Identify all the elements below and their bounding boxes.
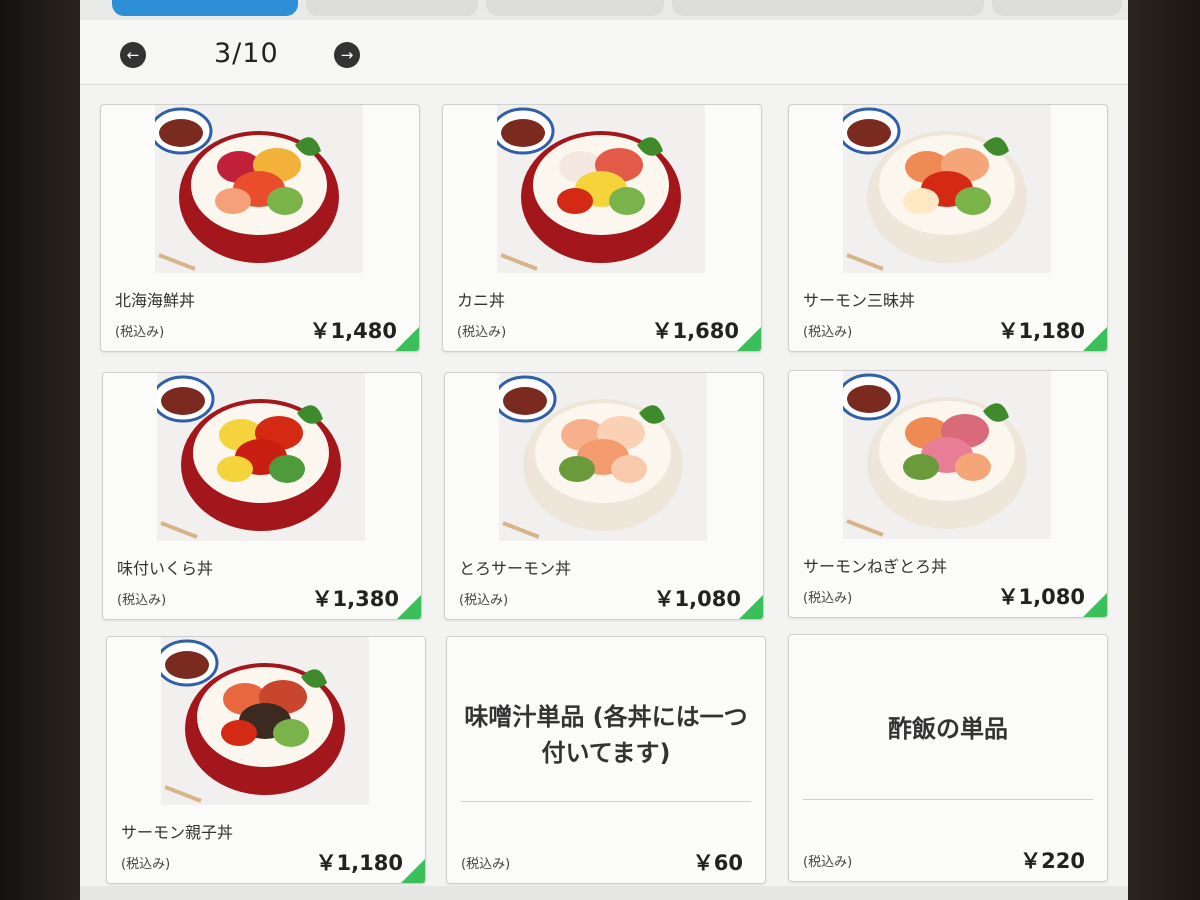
tax-included-label: (税込み)	[803, 325, 853, 340]
category-tab[interactable]	[672, 0, 984, 16]
food-photo	[499, 373, 707, 541]
item-price: ￥1,180	[315, 851, 403, 875]
rice-bowl-illustration	[499, 373, 707, 541]
available-corner-marker	[1083, 593, 1107, 617]
category-tab[interactable]	[486, 0, 664, 16]
device-bezel-left	[0, 0, 80, 900]
topping	[557, 188, 593, 214]
card-divider	[461, 801, 751, 802]
item-name: サーモン親子丼	[121, 823, 234, 842]
category-tab[interactable]	[992, 0, 1122, 16]
available-corner-marker	[401, 859, 425, 883]
topping	[221, 720, 257, 746]
device-bezel-right	[1128, 0, 1200, 900]
menu-item-card[interactable]: 味付いくら丼 (税込み) ￥1,380	[102, 372, 422, 620]
item-price: ￥1,080	[653, 587, 741, 611]
item-price: ￥1,180	[997, 319, 1085, 343]
food-photo	[843, 105, 1051, 273]
available-corner-marker	[737, 327, 761, 351]
topping	[955, 453, 991, 481]
category-tab-bar	[80, 0, 1128, 20]
rice-bowl-illustration	[497, 105, 705, 273]
prev-page-button[interactable]: ←	[120, 42, 146, 68]
topping	[609, 187, 645, 215]
available-corner-marker	[739, 595, 763, 619]
available-corner-marker	[395, 327, 419, 351]
arrow-right-icon: →	[340, 46, 354, 64]
topping	[215, 188, 251, 214]
menu-item-card[interactable]: サーモンねぎとろ丼 (税込み) ￥1,080	[788, 370, 1108, 618]
rice-bowl-illustration	[155, 105, 363, 273]
tax-included-label: (税込み)	[459, 593, 509, 608]
topping	[273, 719, 309, 747]
tax-included-label: (税込み)	[461, 857, 511, 872]
card-divider	[803, 799, 1093, 800]
food-photo	[155, 105, 363, 273]
food-photo	[843, 371, 1051, 539]
topping	[955, 187, 991, 215]
tax-included-label: (税込み)	[121, 857, 171, 872]
screen-bottom-edge	[80, 886, 1128, 900]
menu-item-card[interactable]: サーモン親子丼 (税込み) ￥1,180	[106, 636, 426, 884]
page-indicator: 3/10	[214, 38, 279, 69]
item-title: 味噌汁単品 (各丼には一つ付いてます)	[464, 703, 748, 767]
rice-bowl-illustration	[161, 637, 369, 805]
menu-item-card[interactable]: カニ丼 (税込み) ￥1,680	[442, 104, 762, 352]
tax-included-label: (税込み)	[803, 591, 853, 606]
category-tab-active[interactable]	[112, 0, 298, 16]
rice-bowl-illustration	[843, 105, 1051, 273]
menu-item-card-text[interactable]: 酢飯の単品 (税込み) ￥220	[788, 634, 1108, 882]
available-corner-marker	[397, 595, 421, 619]
category-tab[interactable]	[306, 0, 478, 16]
food-photo	[157, 373, 365, 541]
food-photo	[497, 105, 705, 273]
topping	[903, 188, 939, 214]
item-price: ￥1,480	[309, 319, 397, 343]
tax-included-label: (税込み)	[115, 325, 165, 340]
item-name: 北海海鮮丼	[115, 291, 196, 310]
item-price: ￥60	[692, 851, 743, 875]
tax-included-label: (税込み)	[457, 325, 507, 340]
rice-bowl-illustration	[157, 373, 365, 541]
item-price: ￥220	[1020, 849, 1085, 873]
tax-included-label: (税込み)	[803, 855, 853, 870]
item-name: とろサーモン丼	[459, 559, 572, 578]
topping	[267, 187, 303, 215]
arrow-left-icon: ←	[126, 46, 140, 64]
rice-bowl-illustration	[843, 371, 1051, 539]
item-price: ￥1,380	[311, 587, 399, 611]
pagination-bar: ← 3/10 →	[80, 20, 1128, 85]
next-page-button[interactable]: →	[334, 42, 360, 68]
item-name: 味付いくら丼	[117, 559, 214, 578]
menu-screen: ← 3/10 → 北海海鮮丼 (税込み) ￥1,480 カニ丼 (税込み) ￥1…	[80, 0, 1128, 900]
topping	[903, 454, 939, 480]
tax-included-label: (税込み)	[117, 593, 167, 608]
menu-item-card[interactable]: とろサーモン丼 (税込み) ￥1,080	[444, 372, 764, 620]
available-corner-marker	[1083, 327, 1107, 351]
topping	[269, 455, 305, 483]
menu-item-card[interactable]: 北海海鮮丼 (税込み) ￥1,480	[100, 104, 420, 352]
item-name: サーモン三昧丼	[803, 291, 916, 310]
menu-item-card[interactable]: サーモン三昧丼 (税込み) ￥1,180	[788, 104, 1108, 352]
item-name: カニ丼	[457, 291, 506, 310]
food-photo	[161, 637, 369, 805]
item-name: サーモンねぎとろ丼	[803, 557, 948, 576]
item-price: ￥1,680	[651, 319, 739, 343]
topping	[559, 456, 595, 482]
item-price: ￥1,080	[997, 585, 1085, 609]
topping	[611, 455, 647, 483]
item-title: 酢飯の単品	[888, 715, 1008, 743]
topping	[217, 456, 253, 482]
menu-item-card-text[interactable]: 味噌汁単品 (各丼には一つ付いてます) (税込み) ￥60	[446, 636, 766, 884]
